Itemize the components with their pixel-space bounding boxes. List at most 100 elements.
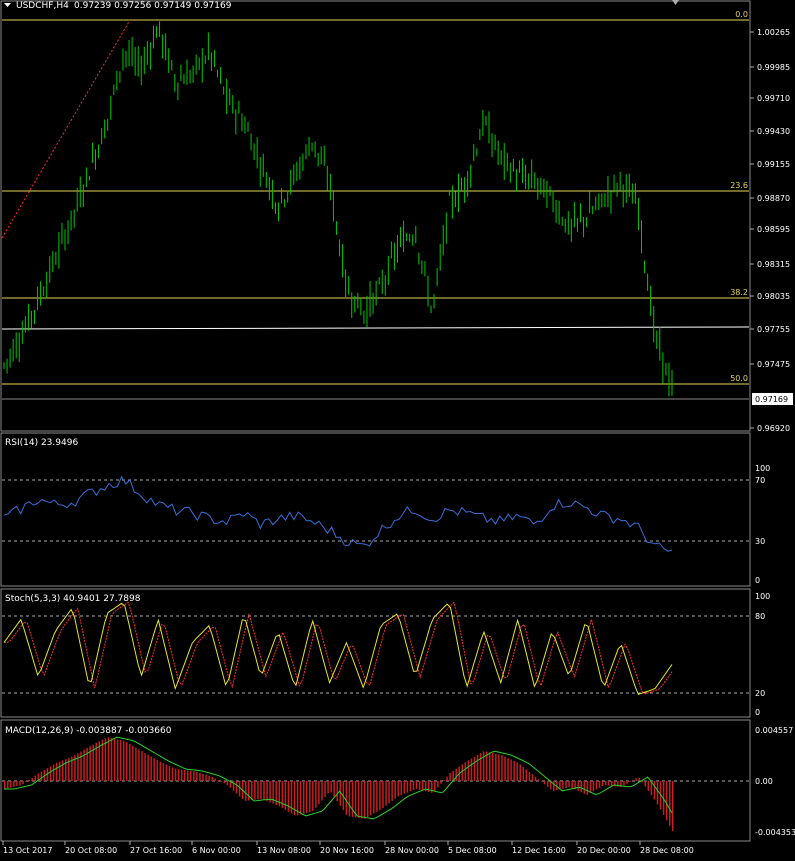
macd-bar [302,781,305,814]
macd-bar [333,781,335,797]
macd-bar [443,780,445,781]
macd-bar [382,781,384,808]
macd-bar [129,744,131,781]
macd-bar [455,768,457,781]
macd-bar [476,754,479,781]
macd-bar [516,762,518,781]
macd-bar [595,781,598,790]
price-tick-label: 1.00265 [757,28,790,37]
stochastic-panel[interactable]: Stoch(5,3,3) 40.9401 27.7898 [0,588,751,718]
macd-bar [263,781,265,800]
fib-level-label: 23.6 [730,181,748,190]
macd-bar [672,781,674,831]
macd-bar [373,781,375,814]
symbol-label: USDCHF,H4 [16,1,69,11]
rsi-tick-label: 100 [755,464,770,473]
macd-bar [434,781,436,791]
macd-bar [644,781,647,787]
macd-bar [144,752,146,781]
macd-bar [464,762,467,781]
macd-bar [412,781,415,790]
rsi-tick-label: 30 [755,537,765,546]
macd-bar [656,781,659,805]
macd-bar [391,781,393,801]
macd-bar [208,775,210,781]
macd-bar [217,780,220,781]
macd-bar [522,766,525,781]
macd-bar [345,781,348,815]
macd-bar [610,781,613,786]
macd-tick-label: 0.00 [755,777,773,786]
price-tick-label: 0.99155 [757,160,790,169]
price-tick-label: 0.98870 [757,194,790,203]
macd-bar [299,781,302,815]
macd-bar [193,771,195,781]
macd-bar [156,760,159,781]
macd-bar [126,742,128,781]
macd-bar [394,781,396,799]
price-axis[interactable]: 1.00265 0.99985 0.99710 0.99430 0.99155 0.988… [750,28,790,433]
macd-bar [162,763,165,781]
macd-bar [10,781,12,788]
rsi-axis: 100 70 30 0 [755,464,770,585]
macd-label: MACD(12,26,9) -0.003887 -0.003660 [5,726,172,736]
macd-bar [351,781,354,817]
time-tick-label: 20 Nov 16:00 [320,846,374,855]
macd-bar [409,781,412,792]
macd-bar [238,781,241,797]
macd-bar [13,781,15,787]
time-tick-label: 27 Oct 16:00 [130,846,182,855]
time-axis[interactable]: 13 Oct 2017 20 Oct 08:00 27 Oct 16:00 6 Nov… [2,841,694,855]
macd-bar [623,781,625,786]
rsi-tick-label: 0 [755,576,760,585]
macd-bar [220,781,223,782]
macd-bar [147,754,149,781]
macd-panel[interactable]: MACD(12,26,9) -0.003887 -0.003660 [0,719,751,842]
macd-bar [668,781,671,826]
macd-bar [562,781,564,789]
macd-bar [534,776,537,781]
macd-bar [321,781,323,801]
macd-bar [226,781,229,785]
macd-bar [513,760,515,781]
macd-bar [150,756,152,781]
time-tick-label: 28 Nov 00:00 [385,846,439,855]
macd-bar [403,781,406,794]
macd-bar [318,781,320,805]
macd-bar [635,778,637,781]
macd-bar [510,759,512,781]
macd-bar [324,781,326,798]
macd-bar [507,758,509,781]
macd-bar [122,740,125,781]
macd-bar [52,764,55,781]
macd-bar [336,781,338,802]
macd-bar [388,781,390,804]
price-tick-label: 0.97755 [757,325,790,334]
macd-bar [40,771,43,781]
current-price-value: 0.97169 [755,395,788,404]
stoch-tick-label: 100 [755,592,770,601]
rsi-panel[interactable]: RSI(14) 23.9496 [0,432,751,587]
time-tick-label: 20 Oct 08:00 [65,846,117,855]
macd-bar [638,777,640,781]
macd-bar [214,778,216,781]
macd-bar [107,737,110,781]
macd-bar [235,781,238,794]
macd-bar [568,781,570,788]
macd-bar [211,776,213,781]
macd-bar [473,756,476,781]
price-panel[interactable]: 0.0 23.6 38.2 50.0 USDCHF,H4 0.97239 0.9725… [0,0,751,432]
macd-bar [309,781,311,812]
macd-bar [626,781,628,784]
macd-bar [101,739,104,781]
macd-bar [58,761,61,781]
macd-bar [546,781,549,787]
macd-bar [461,764,464,781]
macd-bar [183,770,186,781]
macd-bar [543,781,546,785]
time-tick-label: 5 Dec 08:00 [448,846,497,855]
macd-bar [153,758,155,781]
macd-bar [171,767,174,781]
macd-bar [312,781,314,812]
macd-bar [565,781,567,788]
